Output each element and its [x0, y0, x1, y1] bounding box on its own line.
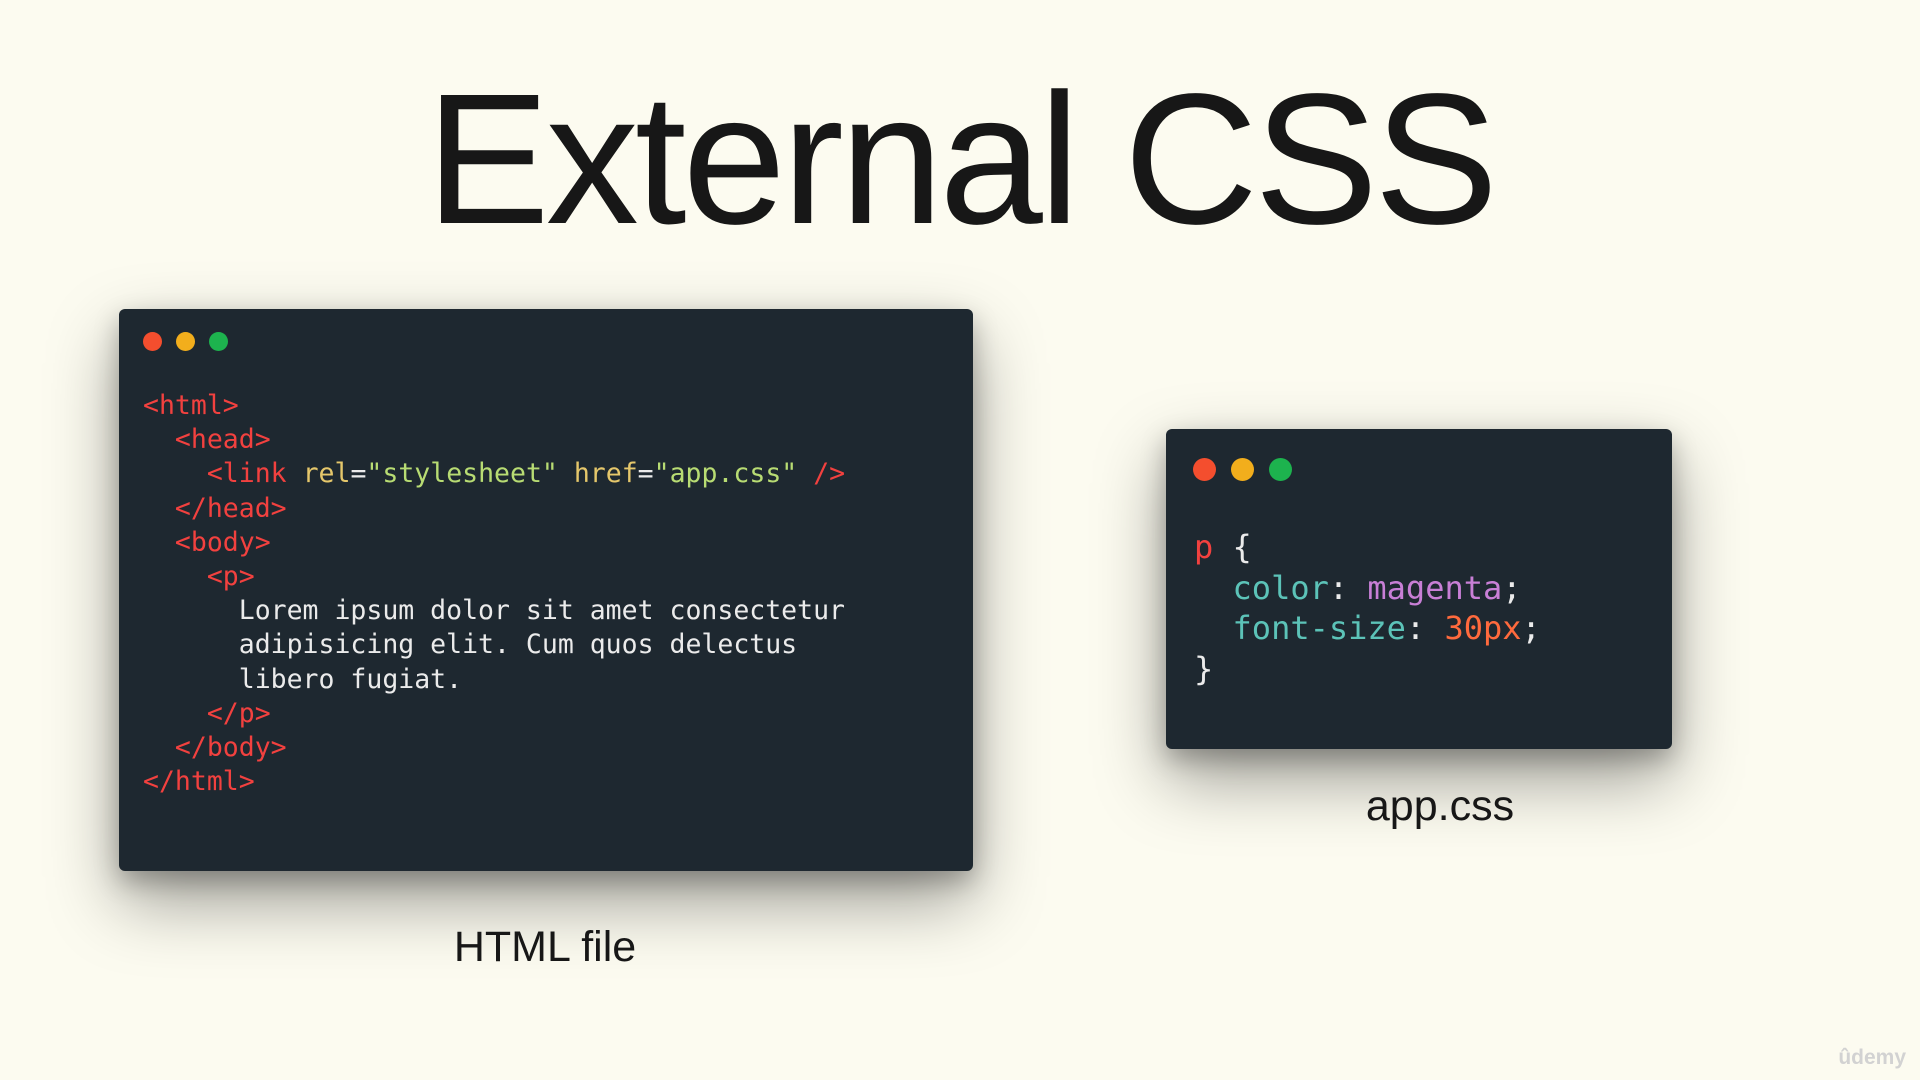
code-line-p-open: <p> [206, 561, 255, 593]
code-link-tag: <link [206, 458, 287, 490]
maximize-dot-icon [209, 332, 228, 351]
css-value-color: magenta [1367, 568, 1503, 607]
css-value-font-size: 30px [1444, 609, 1522, 647]
close-dot-icon [1193, 458, 1216, 481]
css-open-brace: { [1232, 528, 1252, 566]
html-code-block: <html> <head> <link rel="stylesheet" hre… [143, 390, 846, 798]
html-file-caption: HTML file [453, 923, 637, 971]
minimize-dot-icon [1231, 458, 1254, 481]
code-line-p-close: </p> [206, 697, 271, 729]
code-link-close: /> [813, 458, 846, 490]
code-text-line-3: libero fugiat. [238, 663, 463, 695]
code-rel-value: "stylesheet" [366, 458, 558, 490]
code-line-body-open: <body> [174, 526, 271, 558]
html-code-window: <html> <head> <link rel="stylesheet" hre… [119, 309, 973, 871]
code-text-line-1: Lorem ipsum dolor sit amet consectetur [238, 595, 845, 627]
css-property-font-size: font-size [1232, 609, 1406, 647]
code-text-line-2: adipisicing elit. Cum quos delectus [238, 629, 798, 661]
code-href-value: "app.css" [653, 458, 798, 490]
code-line-html-close: </html> [143, 766, 255, 798]
code-line-head-open: <head> [174, 424, 271, 456]
css-property-color: color [1232, 568, 1329, 607]
css-code-block: p { color: magenta; font-size: 30px; } [1194, 528, 1541, 688]
slide-title: External CSS [425, 56, 1498, 263]
udemy-watermark: ûdemy [1838, 1046, 1906, 1069]
window-controls [1193, 458, 1292, 481]
maximize-dot-icon [1269, 458, 1292, 481]
code-rel-attr: rel [302, 458, 351, 490]
css-file-caption: app.css [1365, 782, 1515, 830]
minimize-dot-icon [176, 332, 195, 351]
code-line-head-close: </head> [174, 492, 287, 524]
css-code-window: p { color: magenta; font-size: 30px; } [1166, 429, 1672, 749]
window-controls [143, 332, 228, 351]
code-line-body-close: </body> [174, 732, 287, 764]
code-line-html-open: <html> [143, 390, 239, 421]
css-close-brace: } [1194, 649, 1214, 688]
close-dot-icon [143, 332, 162, 351]
css-selector: p [1194, 528, 1214, 566]
code-href-attr: href [573, 458, 638, 490]
